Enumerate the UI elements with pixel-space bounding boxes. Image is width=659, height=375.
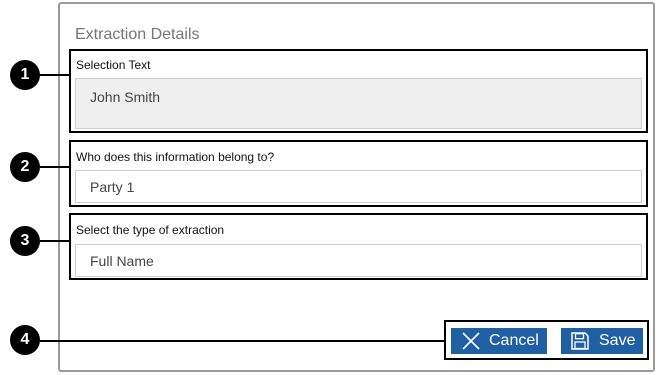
- selection-text-label: Selection Text: [76, 58, 151, 72]
- floppy-disk-icon: [570, 331, 590, 351]
- cancel-button[interactable]: Cancel: [450, 327, 548, 355]
- belongs-to-section: Who does this information belong to? Par…: [69, 140, 648, 207]
- callout-leader-3: [40, 240, 70, 242]
- callout-marker-2: 2: [10, 152, 40, 182]
- callout-leader-2: [40, 166, 70, 168]
- callout-marker-3: 3: [10, 226, 40, 256]
- dialog-title: Extraction Details: [75, 26, 200, 43]
- save-button[interactable]: Save: [560, 327, 644, 355]
- callout-leader-4: [40, 340, 445, 342]
- save-button-label: Save: [599, 332, 636, 349]
- selection-text-field: John Smith: [75, 78, 642, 129]
- belongs-to-label: Who does this information belong to?: [76, 150, 275, 164]
- belongs-to-select[interactable]: Party 1: [75, 170, 642, 203]
- extraction-type-label: Select the type of extraction: [76, 223, 225, 237]
- close-icon: [461, 331, 481, 351]
- callout-marker-1: 1: [10, 60, 40, 90]
- action-buttons-section: Cancel Save: [444, 320, 649, 360]
- cancel-button-label: Cancel: [489, 332, 539, 349]
- extraction-type-select[interactable]: Full Name: [75, 244, 642, 277]
- extraction-type-section: Select the type of extraction Full Name: [69, 213, 648, 280]
- selection-text-section: Selection Text John Smith: [69, 49, 648, 133]
- callout-marker-4: 4: [10, 325, 40, 355]
- callout-leader-1: [40, 74, 70, 76]
